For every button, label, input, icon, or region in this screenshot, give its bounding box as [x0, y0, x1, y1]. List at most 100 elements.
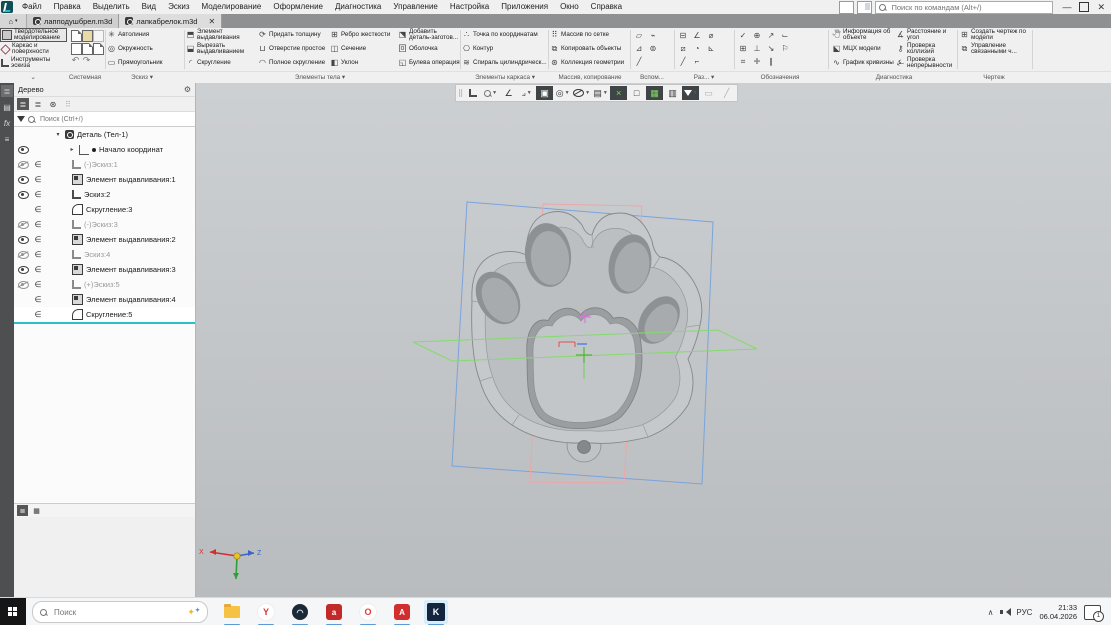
- image-quality-button[interactable]: ▤ ▼: [592, 86, 609, 100]
- tool-geometry-collection[interactable]: ⊛ Коллекция геометрии: [550, 56, 628, 70]
- visibility-eye-icon[interactable]: [17, 175, 29, 184]
- note-axis2-icon[interactable]: ∥: [769, 57, 773, 66]
- tool-autoline[interactable]: ✳ Автолиния: [107, 28, 183, 42]
- app-kompas-3d[interactable]: K: [424, 600, 448, 625]
- app-steam[interactable]: ◠: [288, 600, 312, 625]
- save-icon[interactable]: [93, 30, 104, 42]
- clip-toggle-button[interactable]: ×: [610, 86, 628, 100]
- group-label-frame[interactable]: Элементы каркаса ▾: [462, 74, 548, 81]
- note-tolerance-icon[interactable]: ⊞: [740, 44, 747, 53]
- note-leader-icon[interactable]: ↗: [768, 31, 775, 40]
- expand-icon[interactable]: ▾: [54, 131, 62, 138]
- filter-button[interactable]: ▼: [682, 86, 700, 100]
- dim-angular-icon[interactable]: ∠: [693, 31, 700, 40]
- tree-item-extrude3[interactable]: ∈ Элемент выдавливания:3: [14, 262, 195, 277]
- paw-keychain-model[interactable]: [467, 211, 703, 463]
- tree-root-part[interactable]: ▾ Деталь (Тел-1): [14, 127, 195, 142]
- tree-item-sketch2[interactable]: ∈ Эскиз:2: [14, 187, 195, 202]
- tool-cut-extrude[interactable]: ⬓ Вырезать выдавливанием: [186, 42, 256, 56]
- reorient-button[interactable]: ∠: [500, 86, 517, 100]
- tool-fillet[interactable]: ◜ Скругление: [186, 56, 256, 70]
- new-document-icon[interactable]: [71, 30, 82, 42]
- tree-item-extrude4[interactable]: ∈ Элемент выдавливания:4: [14, 292, 195, 307]
- visibility-eye-icon[interactable]: [17, 235, 29, 244]
- menu-help[interactable]: Справка: [585, 0, 628, 14]
- parameters-panel-tab-icon[interactable]: ▤: [1, 101, 13, 113]
- zoom-button[interactable]: ▼: [482, 86, 499, 100]
- note-datum-icon[interactable]: ⊕: [754, 31, 761, 40]
- layers-panel-tab-icon[interactable]: ≡: [1, 133, 13, 145]
- visibility-eye-icon[interactable]: [17, 145, 29, 154]
- tool-thicken[interactable]: ⟳ Придать толщину: [258, 28, 328, 42]
- clock[interactable]: 21:33 06.04.2026: [1039, 603, 1077, 622]
- tree-mode-icon[interactable]: ≣: [17, 505, 28, 516]
- menu-sketch[interactable]: Эскиз: [162, 0, 195, 14]
- app-opera[interactable]: O: [356, 600, 380, 625]
- group-label-sketch[interactable]: Эскиз ▾: [112, 74, 172, 81]
- note-roughness-icon[interactable]: ✓: [740, 31, 747, 40]
- keyboard-language[interactable]: РУС: [1016, 608, 1032, 617]
- tray-expand-icon[interactable]: ∧: [988, 608, 994, 617]
- tool-grid-array[interactable]: ⠿ Массив по сетке: [550, 28, 628, 42]
- layout-toggle-icon[interactable]: [839, 0, 855, 14]
- dim-leader-icon[interactable]: ⌐: [695, 57, 700, 66]
- undo-icon[interactable]: ↶: [70, 55, 81, 68]
- tree-item-fillet3[interactable]: ∈ Скругление:3: [14, 202, 195, 217]
- preview-icon[interactable]: [82, 43, 93, 55]
- dim-line-icon[interactable]: ╱: [681, 57, 686, 66]
- tool-extrude[interactable]: ⬒ Элемент выдавливания: [186, 28, 256, 42]
- visibility-eye-off-icon[interactable]: [17, 160, 29, 169]
- menu-management[interactable]: Управление: [387, 0, 443, 14]
- aux-control-point-icon[interactable]: ⊚: [650, 44, 657, 53]
- note-mark-icon[interactable]: ⌙: [782, 31, 789, 40]
- command-search[interactable]: [875, 0, 1054, 14]
- hide-objects-button[interactable]: ▼: [572, 86, 591, 100]
- tool-section[interactable]: ◫ Сечение: [330, 42, 396, 56]
- tool-continuity-check[interactable]: ⍼ Проверка непрерывности: [896, 56, 958, 70]
- taskbar-search[interactable]: ✦✦: [32, 601, 208, 623]
- note-thread-icon[interactable]: ⌗: [741, 57, 746, 67]
- visibility-eye-off-icon[interactable]: [17, 220, 29, 229]
- group-label-dim[interactable]: Раз... ▾: [676, 74, 732, 81]
- box-display-button[interactable]: □: [628, 86, 645, 100]
- tool-curvature-graph[interactable]: ∿ График кривизны: [832, 56, 894, 70]
- menu-layout[interactable]: Оформление: [267, 0, 329, 14]
- tree-relations-icon[interactable]: ⊛: [47, 98, 59, 110]
- app-yandex-browser[interactable]: Y: [254, 600, 278, 625]
- note-flag-icon[interactable]: ⚐: [781, 44, 788, 53]
- toolbar-grip[interactable]: ⣿: [458, 89, 463, 97]
- tool-add-stock-part[interactable]: ⬔ Добавить деталь-заготов...: [398, 28, 460, 42]
- close-button[interactable]: ✕: [1097, 2, 1105, 13]
- visibility-eye-icon[interactable]: [17, 190, 29, 199]
- menu-file[interactable]: Файл: [16, 0, 48, 14]
- tree-structure-view-icon[interactable]: ≣: [17, 98, 29, 110]
- volume-icon[interactable]: [1000, 608, 1012, 617]
- tree-item-extrude2[interactable]: ∈ Элемент выдавливания:2: [14, 232, 195, 247]
- aux-axis-icon[interactable]: ⌁: [651, 31, 656, 40]
- app-file-explorer[interactable]: [220, 600, 244, 625]
- note-center-icon[interactable]: ✛: [754, 57, 761, 66]
- save-as-icon[interactable]: [93, 43, 104, 55]
- menu-window[interactable]: Окно: [554, 0, 585, 14]
- menu-edit[interactable]: Правка: [48, 0, 87, 14]
- app-red-1[interactable]: a: [322, 600, 346, 625]
- tool-draft[interactable]: ◧ Уклон: [330, 56, 396, 70]
- viewport-3d[interactable]: X Z ⣿ ▼ ∠ ⟓ ▼ ▣ ◎ ▼ ▼ ▤ ▼ × □ ▦ ▥ ▼ ▭ ╱: [196, 83, 1111, 597]
- mode-solid-modeling[interactable]: Твердотельное моделирование: [0, 28, 67, 42]
- app-logo-icon[interactable]: [1, 1, 13, 13]
- visibility-eye-off-icon[interactable]: [17, 250, 29, 259]
- variables-panel-tab-icon[interactable]: fx: [1, 117, 13, 129]
- maximize-button[interactable]: [1079, 2, 1090, 12]
- tool-boolean[interactable]: ◱ Булева операция: [398, 56, 460, 70]
- taskbar-search-input[interactable]: [52, 606, 183, 618]
- dim-radial-icon[interactable]: ⌀: [709, 31, 714, 40]
- grid-toggle-button[interactable]: ▦: [646, 86, 664, 100]
- start-button[interactable]: [0, 598, 26, 625]
- command-search-input[interactable]: [889, 1, 1050, 13]
- modes-collapse-icon[interactable]: ⌄: [20, 74, 46, 81]
- tool-contour[interactable]: ⎔ Контур: [462, 42, 548, 56]
- menu-modeling[interactable]: Моделирование: [195, 0, 267, 14]
- menu-diagnostics[interactable]: Диагностика: [329, 0, 387, 14]
- gear-icon[interactable]: ⚙: [184, 85, 191, 94]
- mode-frame-surfaces[interactable]: Каркас и поверхности: [0, 42, 67, 56]
